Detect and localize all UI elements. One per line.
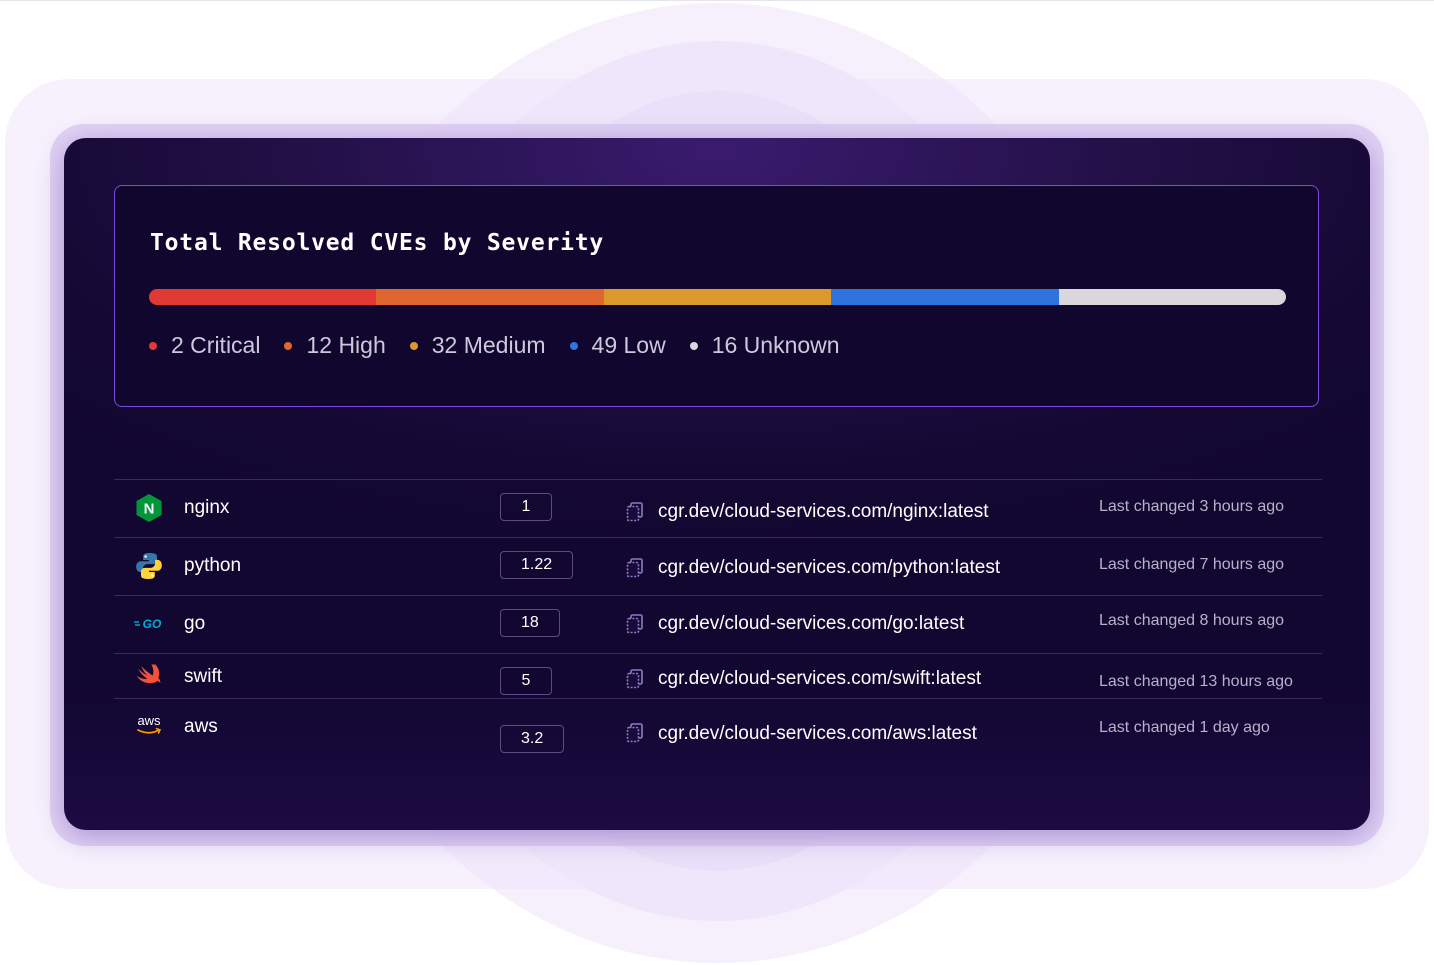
image-row-python[interactable]: python 1.22 cgr.dev/cloud-services.com/p… <box>114 537 1322 595</box>
legend-dot-high <box>284 341 293 350</box>
last-changed: Last changed 8 hours ago <box>1099 612 1285 629</box>
copy-icon[interactable] <box>626 614 644 634</box>
legend-item-medium: 32 Medium <box>409 332 546 359</box>
version-badge: 3.2 <box>500 725 565 753</box>
legend-dot-unknown <box>689 341 698 350</box>
legend-label-low: 49 Low <box>591 332 666 358</box>
legend-label-high: 12 High <box>306 332 386 358</box>
image-row-nginx[interactable]: N nginx 1 cgr.dev/cloud-services.com/ngi… <box>114 479 1322 537</box>
version-badge: 1.22 <box>500 551 574 579</box>
cve-severity-card: Total Resolved CVEs by Severity 2 Critic… <box>114 185 1319 407</box>
version-badge: 5 <box>500 667 552 695</box>
image-reference[interactable]: cgr.dev/cloud-services.com/go:latest <box>658 613 964 635</box>
severity-bar-unknown <box>1058 289 1286 305</box>
svg-text:aws: aws <box>137 713 161 728</box>
severity-legend: 2 Critical 12 High 32 Medium 49 Low 16 U… <box>149 332 864 359</box>
version-badge: 18 <box>500 609 560 637</box>
legend-dot-low <box>569 341 578 350</box>
legend-item-critical: 2 Critical <box>149 332 260 359</box>
swift-icon <box>136 664 161 684</box>
version-badge: 1 <box>500 493 552 521</box>
legend-dot-medium <box>409 341 418 350</box>
severity-bar-medium <box>603 289 832 305</box>
stage: Total Resolved CVEs by Severity 2 Critic… <box>0 0 1434 965</box>
copy-icon[interactable] <box>626 723 644 743</box>
image-name: go <box>184 613 206 634</box>
legend-label-critical: 2 Critical <box>171 332 261 358</box>
aws-icon: aws <box>137 713 162 734</box>
legend-label-medium: 32 Medium <box>431 332 546 358</box>
svg-text:N: N <box>144 501 155 518</box>
copy-icon[interactable] <box>626 669 644 689</box>
legend-item-low: 49 Low <box>569 332 666 359</box>
last-changed: Last changed 13 hours ago <box>1099 673 1293 690</box>
python-icon <box>136 553 162 579</box>
image-reference[interactable]: cgr.dev/cloud-services.com/python:latest <box>658 557 1000 579</box>
image-row-go[interactable]: GO go 18 cgr.dev/cloud-services.com/go:l… <box>114 595 1322 653</box>
cve-card-title: Total Resolved CVEs by Severity <box>150 230 605 256</box>
copy-icon[interactable] <box>626 502 644 522</box>
nginx-icon: N <box>136 494 162 522</box>
image-reference[interactable]: cgr.dev/cloud-services.com/aws:latest <box>658 723 977 745</box>
legend-item-unknown: 16 Unknown <box>689 332 840 359</box>
severity-bar-low <box>831 289 1059 305</box>
svg-text:GO: GO <box>143 617 162 631</box>
severity-bar-high <box>376 289 604 305</box>
last-changed: Last changed 7 hours ago <box>1099 556 1285 573</box>
severity-bar <box>149 289 1286 305</box>
image-reference[interactable]: cgr.dev/cloud-services.com/nginx:latest <box>658 501 989 523</box>
image-row-aws[interactable]: aws aws 3.2 cgr.dev/cloud-services.com/a… <box>114 698 1322 756</box>
last-changed: Last changed 1 day ago <box>1099 719 1270 736</box>
image-list: N nginx 1 cgr.dev/cloud-services.com/ngi… <box>114 479 1322 756</box>
legend-dot-critical <box>149 341 157 350</box>
dashboard-panel: Total Resolved CVEs by Severity 2 Critic… <box>64 138 1370 830</box>
image-row-swift[interactable]: swift 5 cgr.dev/cloud-services.com/swift… <box>114 653 1322 698</box>
image-name: python <box>184 555 242 576</box>
image-reference[interactable]: cgr.dev/cloud-services.com/swift:latest <box>658 668 981 690</box>
legend-item-high: 12 High <box>284 332 386 359</box>
go-icon: GO <box>134 617 162 631</box>
legend-label-unknown: 16 Unknown <box>711 332 840 358</box>
last-changed: Last changed 3 hours ago <box>1099 498 1285 515</box>
image-name: aws <box>184 716 218 737</box>
image-name: swift <box>184 666 222 687</box>
copy-icon[interactable] <box>626 558 644 578</box>
image-name: nginx <box>184 497 230 518</box>
severity-bar-critical <box>149 289 377 305</box>
